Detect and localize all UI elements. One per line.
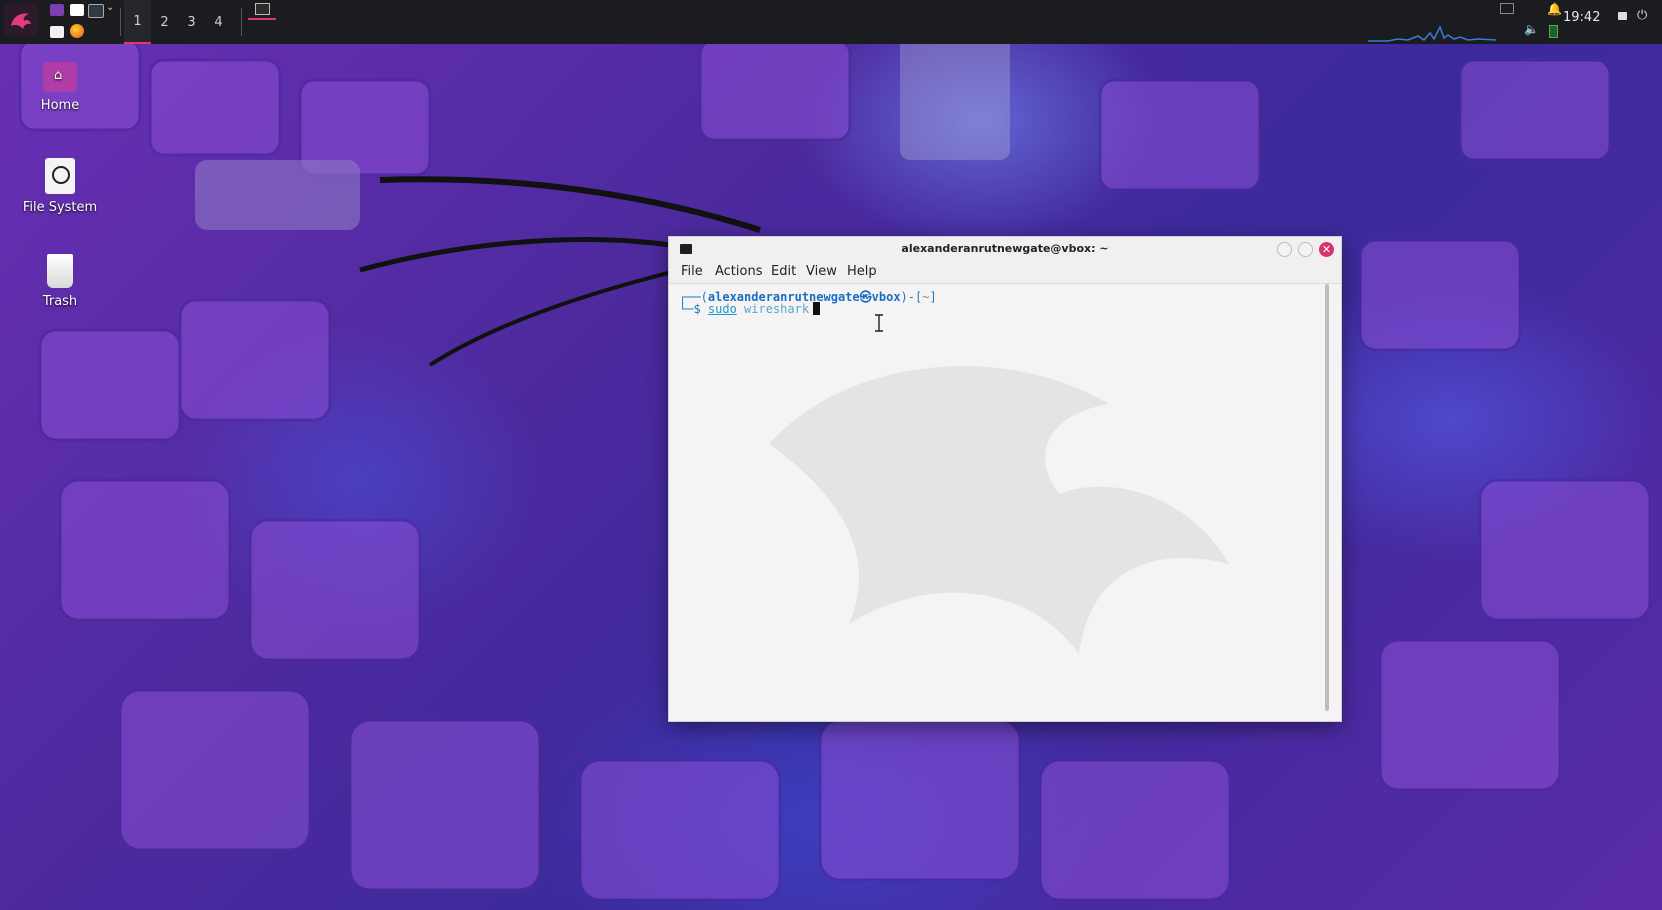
prompt-frame: ] xyxy=(929,290,937,304)
kali-dragon-icon xyxy=(11,13,31,29)
desktop-icon-file-system[interactable]: File System xyxy=(10,158,110,215)
command-argument: wireshark xyxy=(736,302,810,316)
top-panel: ⌄ 1 2 3 4 🔔 🔈 19:42 ⏻ xyxy=(0,0,1662,44)
panel-clock[interactable]: 19:42 xyxy=(1563,10,1600,25)
command-line[interactable]: └─$ sudo wireshark xyxy=(679,302,821,316)
taskbar-terminal-button[interactable] xyxy=(248,0,276,20)
desktop-icon-label: Home xyxy=(40,98,80,113)
close-button[interactable]: ✕ xyxy=(1319,242,1334,257)
desktop-icon-trash[interactable]: Trash xyxy=(10,254,110,309)
drive-icon xyxy=(45,158,75,194)
command-sudo: sudo xyxy=(707,302,737,316)
terminal-launcher-icon[interactable] xyxy=(88,4,104,18)
menu-edit[interactable]: Edit xyxy=(771,264,796,279)
menu-actions[interactable]: Actions xyxy=(715,264,763,279)
workspace-2[interactable]: 2 xyxy=(151,0,178,44)
display-icon[interactable] xyxy=(1500,3,1514,14)
volume-icon[interactable]: 🔈 xyxy=(1524,22,1539,36)
prompt-dollar: └─$ xyxy=(679,302,708,316)
kali-menu-button[interactable] xyxy=(4,3,38,37)
text-editor-icon[interactable] xyxy=(70,4,84,16)
maximize-button[interactable] xyxy=(1298,242,1313,257)
menu-help[interactable]: Help xyxy=(847,264,877,279)
kali-app-icon[interactable] xyxy=(50,4,64,16)
text-cursor xyxy=(813,302,821,315)
home-folder-icon: ⌂ xyxy=(43,62,77,92)
menu-view[interactable]: View xyxy=(806,264,837,279)
firefox-icon[interactable] xyxy=(70,24,84,38)
panel-separator xyxy=(241,8,242,36)
terminal-window[interactable]: alexanderanrutnewgate@vbox: ~ ✕ File Act… xyxy=(669,237,1341,721)
quick-launchers: ⌄ xyxy=(46,2,118,42)
panel-separator xyxy=(120,8,121,36)
lock-icon[interactable] xyxy=(1618,12,1627,20)
terminal-icon xyxy=(255,3,270,15)
workspace-1[interactable]: 1 xyxy=(124,0,151,44)
power-icon[interactable]: ⏻ xyxy=(1637,8,1647,23)
trash-icon xyxy=(47,254,73,288)
desktop-icon-home[interactable]: ⌂ Home xyxy=(10,62,110,113)
menu-file[interactable]: File xyxy=(681,264,703,279)
file-manager-icon[interactable] xyxy=(50,26,64,38)
battery-icon[interactable] xyxy=(1549,25,1558,38)
kali-dragon-watermark-icon xyxy=(769,366,1229,654)
workspace-3[interactable]: 3 xyxy=(178,0,205,44)
prompt-host: vbox xyxy=(871,290,901,304)
minimize-button[interactable] xyxy=(1277,242,1292,257)
mouse-ibeam-cursor-icon xyxy=(875,314,883,332)
chevron-down-icon[interactable]: ⌄ xyxy=(106,2,114,13)
workspace-switcher: 1 2 3 4 xyxy=(124,0,232,44)
terminal-scrollbar[interactable] xyxy=(1325,284,1329,711)
terminal-menubar: File Actions Edit View Help xyxy=(669,261,1341,284)
terminal-output[interactable]: ┌──(alexanderanrutnewgate㉿vbox)-[~] └─$ … xyxy=(669,284,1329,721)
terminal-titlebar[interactable]: alexanderanrutnewgate@vbox: ~ ✕ xyxy=(669,237,1341,261)
network-graph xyxy=(1368,25,1496,42)
desktop-icon-label: File System xyxy=(22,200,98,215)
prompt-frame: )-[ xyxy=(900,290,923,304)
desktop-icon-label: Trash xyxy=(42,294,78,309)
prompt-at-symbol: ㉿ xyxy=(859,290,872,304)
workspace-4[interactable]: 4 xyxy=(205,0,232,44)
window-title: alexanderanrutnewgate@vbox: ~ xyxy=(901,242,1109,255)
close-icon: ✕ xyxy=(1321,243,1332,256)
notification-bell-icon[interactable]: 🔔 xyxy=(1547,2,1562,16)
